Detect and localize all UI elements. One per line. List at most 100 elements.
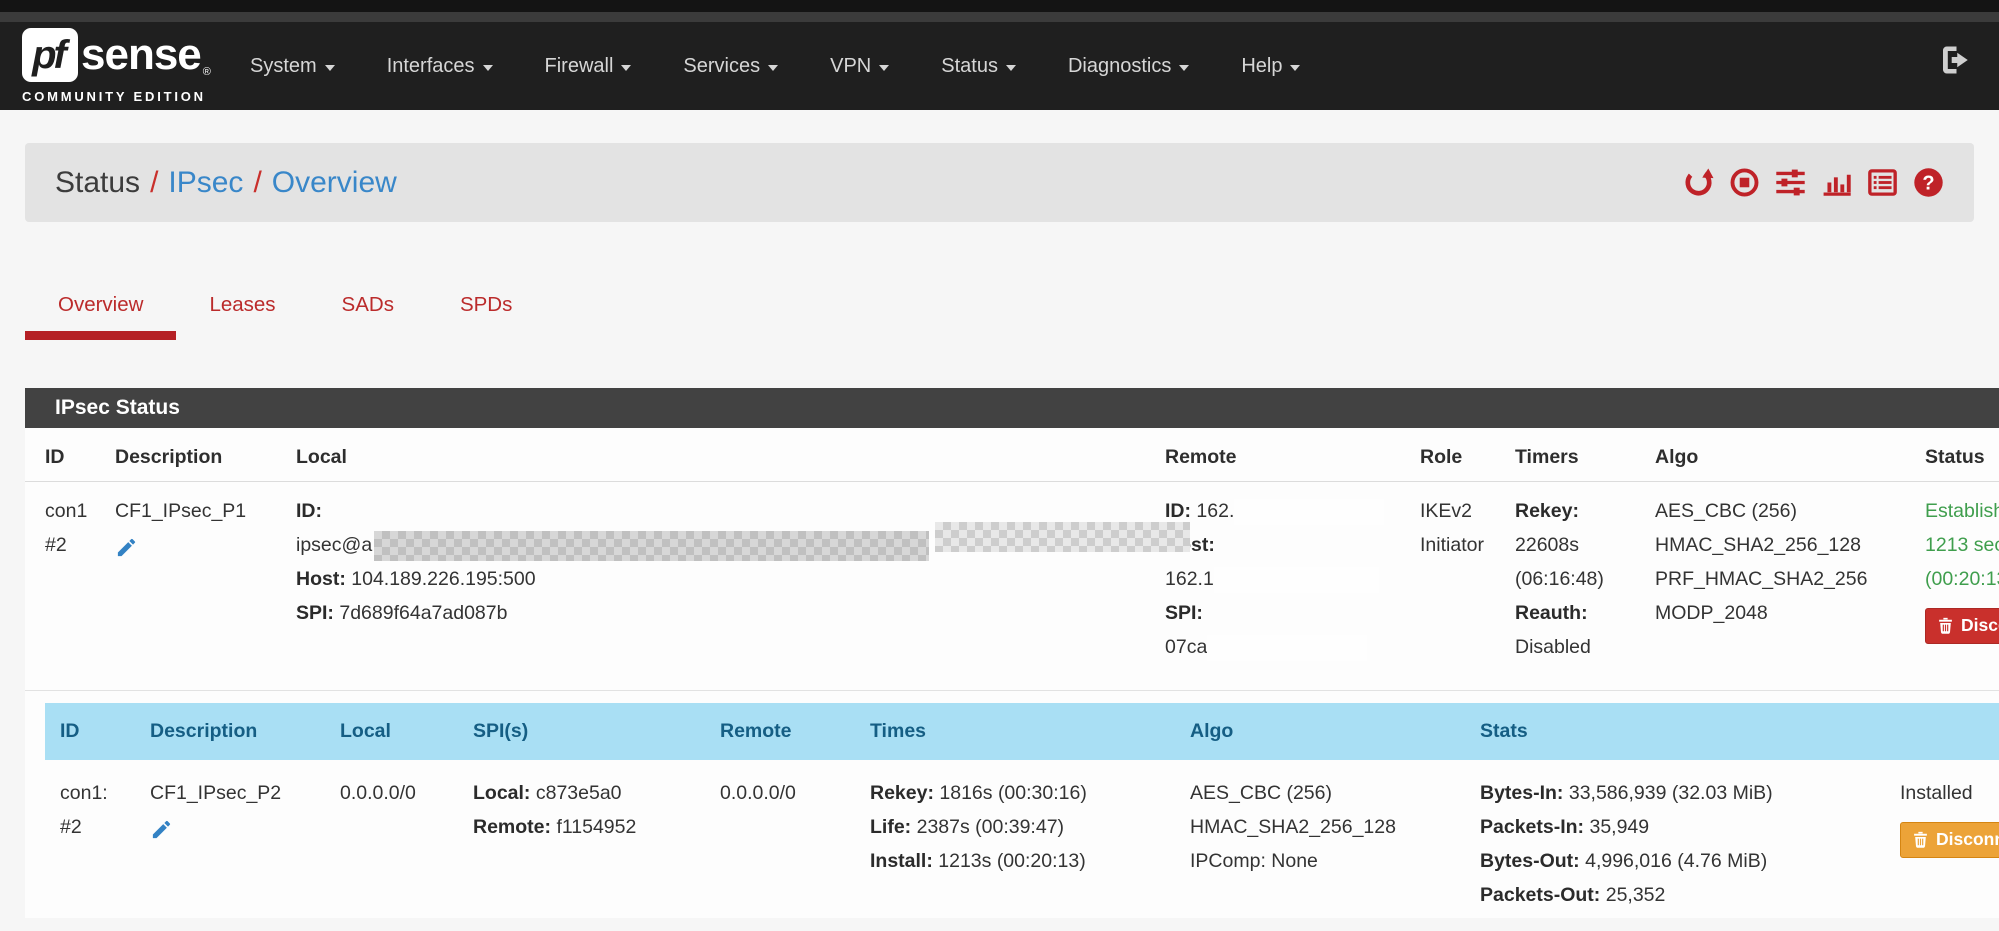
menu-interfaces-label: Interfaces [387, 55, 475, 78]
pf-logo-box: pf [22, 28, 78, 82]
ike-id: con1 [45, 500, 87, 522]
rekey-time: (06:16:48) [1515, 568, 1604, 590]
stats-packets-out-value: 25,352 [1606, 884, 1666, 906]
breadcrumb: Status/IPsec/Overview [55, 166, 397, 200]
edit-pencil-icon[interactable] [150, 818, 173, 841]
times-install-value: 1213s (00:20:13) [938, 850, 1085, 872]
child-id: con1: [60, 782, 108, 804]
cell-algo: AES_CBC (256) HMAC_SHA2_256_128 PRF_HMAC… [1655, 482, 1925, 678]
trash-icon [1938, 617, 1953, 634]
cell-description: CF1_IPsec_P2 [135, 760, 325, 918]
child-table-header: ID Description Local SPI(s) Remote Times… [45, 703, 1999, 760]
breadcrumb-bar: Status/IPsec/Overview [25, 143, 1974, 222]
ipsec-status-panel: IPsec Status ID Description Local Remote… [25, 388, 1999, 918]
cell-role: IKEv2 Initiator [1420, 482, 1515, 678]
menu-interfaces[interactable]: Interfaces [387, 55, 493, 78]
col-timers: Timers [1515, 428, 1655, 481]
edit-pencil-icon[interactable] [115, 536, 138, 559]
status-established: Established [1925, 500, 1999, 522]
cell-timers: Rekey: 22608s (06:16:48) Reauth: Disable… [1515, 482, 1655, 678]
menu-system-label: System [250, 55, 317, 78]
col-algo: Algo [1655, 428, 1925, 481]
chevron-down-icon [1006, 65, 1016, 71]
breadcrumb-link-overview[interactable]: Overview [272, 166, 397, 199]
breadcrumb-section: Status [55, 166, 140, 199]
logo-tagline: COMMUNITY EDITION [22, 89, 211, 104]
cell-remote: 0.0.0.0/0 [705, 760, 855, 918]
algo-enc: AES_CBC (256) [1655, 500, 1797, 522]
reauth-label: Reauth: [1515, 602, 1588, 624]
menu-services[interactable]: Services [683, 55, 778, 78]
menu-status[interactable]: Status [941, 55, 1016, 78]
cell-algo: AES_CBC (256) HMAC_SHA2_256_128 IPComp: … [1175, 760, 1465, 918]
list-icon[interactable] [1867, 167, 1898, 198]
redacted-white [1214, 567, 1379, 593]
disconnect-child-button[interactable]: Disconnect [1900, 822, 1999, 858]
redacted-blur [374, 531, 929, 561]
svg-text:?: ? [1922, 173, 1934, 195]
menu-help[interactable]: Help [1241, 55, 1300, 78]
cell-stats: Bytes-In: 33,586,939 (32.03 MiB) Packets… [1465, 760, 1885, 918]
disconnect-label: Disconnect [1936, 831, 1999, 849]
child-table-row: con1: #2 CF1_IPsec_P2 0.0.0.0/0 Local: c… [45, 760, 1999, 918]
tab-sads[interactable]: SADs [309, 278, 427, 340]
ike-description: CF1_IPsec_P1 [115, 500, 246, 522]
stats-packets-in-value: 35,949 [1589, 816, 1649, 838]
chevron-down-icon [621, 65, 631, 71]
chevron-down-icon [1179, 65, 1189, 71]
menu-diagnostics[interactable]: Diagnostics [1068, 55, 1189, 78]
rekey-seconds: 22608s [1515, 534, 1579, 556]
col-status: Status [1925, 428, 1999, 481]
ike-table-row: con1 #2 CF1_IPsec_P1 ID: ipsec@a Host: 1… [25, 482, 1999, 678]
local-spi-label: SPI: [296, 602, 334, 624]
child-algo-ipcomp: IPComp: None [1190, 850, 1318, 872]
menu-system[interactable]: System [250, 55, 335, 78]
ike-table-header: ID Description Local Remote Role Timers … [25, 428, 1999, 482]
remote-spi-label: SPI: [1165, 602, 1203, 624]
cell-status: Established 1213 seconds (00:20:13) Disc… [1925, 482, 1999, 678]
remote-spi-value: 07ca [1165, 636, 1207, 658]
ike-id-num: #2 [45, 534, 67, 556]
times-rekey-value: 1816s (00:30:16) [939, 782, 1086, 804]
breadcrumb-separator: / [243, 166, 271, 199]
col-id: ID [45, 428, 115, 481]
ipsec-tabs: Overview Leases SADs SPDs [25, 278, 545, 340]
menu-firewall-label: Firewall [545, 55, 614, 78]
tab-overview[interactable]: Overview [25, 278, 176, 340]
menu-vpn[interactable]: VPN [830, 55, 889, 78]
local-id-value: ipsec@a [296, 534, 372, 556]
sign-out-icon[interactable] [1937, 42, 1973, 78]
question-icon[interactable]: ? [1913, 167, 1944, 198]
times-life-value: 2387s (00:39:47) [917, 816, 1064, 838]
redacted-white [1207, 635, 1367, 661]
child-algo-integ: HMAC_SHA2_256_128 [1190, 816, 1396, 838]
cell-id: con1 #2 [45, 482, 115, 678]
pfsense-logo[interactable]: pf sense ® COMMUNITY EDITION [22, 28, 211, 104]
cell-local: 0.0.0.0/0 [325, 760, 458, 918]
menu-help-label: Help [1241, 55, 1282, 78]
spi-remote-value: f1154952 [556, 816, 636, 838]
menu-firewall[interactable]: Firewall [545, 55, 632, 78]
remote-host-value: 162.1 [1165, 568, 1214, 590]
col-description: Description [115, 428, 296, 481]
remote-id-label: ID: [1165, 500, 1191, 522]
local-spi-value: 7d689f64a7ad087b [339, 602, 507, 624]
panel-title: IPsec Status [25, 388, 1999, 428]
stop-icon[interactable] [1729, 167, 1760, 198]
stats-bytes-in-value: 33,586,939 (32.03 MiB) [1569, 782, 1773, 804]
breadcrumb-link-ipsec[interactable]: IPsec [168, 166, 243, 199]
stats-packets-out-label: Packets-Out: [1480, 884, 1600, 906]
disconnect-button[interactable]: Disconnect [1925, 608, 1999, 644]
menu-diagnostics-label: Diagnostics [1068, 55, 1171, 78]
refresh-icon[interactable] [1683, 167, 1714, 198]
role-value: Initiator [1420, 534, 1484, 556]
col-actions [1885, 703, 1999, 760]
sliders-icon[interactable] [1775, 167, 1806, 198]
spi-remote-label: Remote: [473, 816, 551, 838]
tab-spds[interactable]: SPDs [427, 278, 545, 340]
page-action-icons: ? [1683, 167, 1944, 198]
navbar-top-strip [0, 0, 1999, 12]
tab-leases[interactable]: Leases [176, 278, 308, 340]
main-menu: System Interfaces Firewall Services VPN … [250, 22, 1300, 110]
bar-chart-icon[interactable] [1821, 167, 1852, 198]
